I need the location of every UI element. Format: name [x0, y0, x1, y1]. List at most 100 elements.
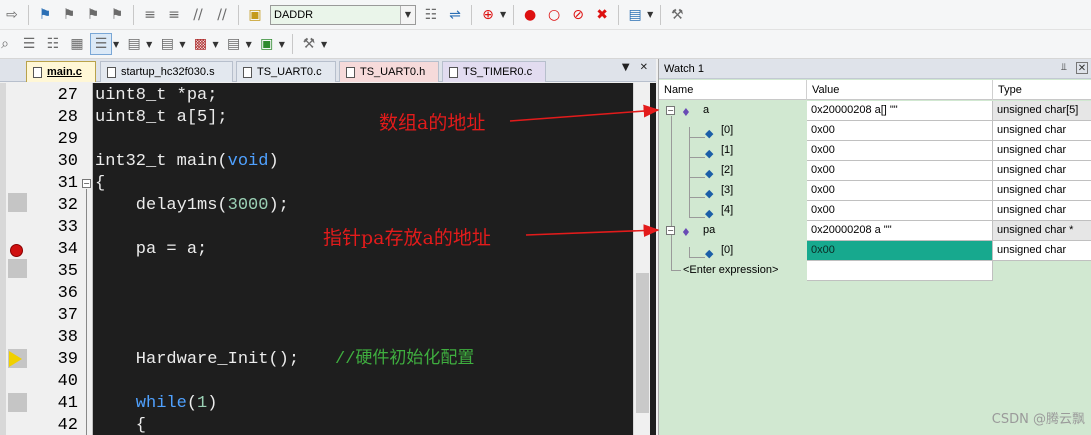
- toolbox-icon[interactable]: ⚒: [298, 33, 320, 55]
- chevron-down-icon[interactable]: ▼: [321, 40, 327, 49]
- tab-startup-hc32f030-s[interactable]: startup_hc32f030.s: [100, 61, 233, 82]
- chevron-down-icon[interactable]: ▼: [246, 40, 252, 49]
- current-line-arrow-icon: [9, 351, 22, 367]
- line-number: 38: [57, 328, 78, 347]
- tab-list-icon[interactable]: ▼: [622, 62, 630, 73]
- watch-window-icon[interactable]: ▤: [123, 33, 145, 55]
- code-text: {: [95, 416, 147, 435]
- watch-name: [1]: [721, 144, 734, 156]
- call-stack-icon[interactable]: ☰: [90, 33, 112, 55]
- column-header-type[interactable]: Type: [993, 80, 1091, 100]
- analysis-window-icon[interactable]: ▤: [223, 33, 245, 55]
- uncomment-icon[interactable]: //: [211, 4, 233, 26]
- watch-row-a[interactable]: − ♦ a 0x20000208 a[] "" unsigned char[5]: [659, 101, 1091, 121]
- serial-window-icon[interactable]: ▩: [189, 33, 211, 55]
- symbols-icon[interactable]: ☷: [42, 33, 64, 55]
- tab-label: TS_TIMER0.c: [463, 66, 533, 78]
- close-icon[interactable]: ✕: [640, 62, 648, 73]
- code-keyword: while: [95, 394, 187, 413]
- column-header-name[interactable]: Name: [659, 80, 807, 100]
- search-icon[interactable]: ⌕: [0, 33, 16, 55]
- bookmark-icon[interactable]: ⚑: [34, 4, 56, 26]
- watch-value-cell[interactable]: 0x20000208 a[] "": [807, 101, 993, 121]
- find-in-files-icon[interactable]: ☷: [420, 4, 442, 26]
- watch-type-cell: unsigned char *: [993, 221, 1091, 241]
- chevron-down-icon[interactable]: ▼: [113, 40, 119, 49]
- watch-value-cell[interactable]: 0x00: [807, 121, 993, 141]
- chevron-down-icon[interactable]: ▼: [400, 5, 415, 24]
- bookmark-clear-icon[interactable]: ⚑: [106, 4, 128, 26]
- watch-name-cell: ◆ [4]: [659, 201, 807, 221]
- watch-row-pa[interactable]: − ♦ pa 0x20000208 a "" unsigned char *: [659, 221, 1091, 241]
- watch-name-cell: ◆ [0]: [659, 241, 807, 261]
- watch-row-pa-0[interactable]: ◆ [0] 0x00 unsigned char: [659, 241, 1091, 261]
- disassembly-icon[interactable]: ☰: [18, 33, 40, 55]
- configure-icon[interactable]: ⚒: [666, 4, 688, 26]
- open-folder-icon[interactable]: ▣: [244, 4, 266, 26]
- column-header-value[interactable]: Value: [807, 80, 993, 100]
- pin-icon[interactable]: ⫫: [1058, 62, 1070, 74]
- incremental-find-icon[interactable]: ⇌: [444, 4, 466, 26]
- chevron-down-icon[interactable]: ▼: [279, 40, 285, 49]
- watch-row-a-3[interactable]: ◆ [3] 0x00 unsigned char: [659, 181, 1091, 201]
- watch-type-cell: unsigned char: [993, 181, 1091, 201]
- variable-icon: ◆: [705, 207, 714, 220]
- watch-value-cell[interactable]: 0x00: [807, 241, 993, 261]
- watch-value-cell[interactable]: 0x00: [807, 141, 993, 161]
- debug-session-icon[interactable]: ⊕: [477, 4, 499, 26]
- collapse-icon[interactable]: −: [666, 106, 675, 115]
- watch-row-a-1[interactable]: ◆ [1] 0x00 unsigned char: [659, 141, 1091, 161]
- unindent-icon[interactable]: ≡: [163, 4, 185, 26]
- watch-value-cell[interactable]: 0x00: [807, 181, 993, 201]
- kill-breakpoints-icon[interactable]: ✖: [591, 4, 613, 26]
- bookmark-next-icon[interactable]: ⚑: [82, 4, 104, 26]
- code-editor[interactable]: − 27 28 29 30 31 32 33 34 35 36 37 38 39…: [0, 83, 656, 435]
- insert-breakpoint-icon[interactable]: ●: [519, 4, 541, 26]
- watch-row-a-2[interactable]: ◆ [2] 0x00 unsigned char: [659, 161, 1091, 181]
- trace-window-icon[interactable]: ▣: [256, 33, 278, 55]
- close-icon[interactable]: ✕: [1076, 62, 1088, 74]
- target-combo[interactable]: DADDR ▼: [270, 4, 416, 25]
- watch-row-a-0[interactable]: ◆ [0] 0x00 unsigned char: [659, 121, 1091, 141]
- indent-icon[interactable]: ≡: [139, 4, 161, 26]
- file-icon: [243, 66, 252, 78]
- tab-ts-uart0-c[interactable]: TS_UART0.c: [236, 61, 336, 82]
- tab-ts-uart0-h[interactable]: TS_UART0.h: [339, 61, 439, 82]
- memory-window-icon[interactable]: ▤: [156, 33, 178, 55]
- chevron-down-icon[interactable]: ▼: [500, 10, 506, 19]
- code-number: 3000: [227, 196, 269, 215]
- chevron-down-icon[interactable]: ▼: [647, 10, 653, 19]
- watch-value-cell[interactable]: 0x00: [807, 161, 993, 181]
- scrollbar-thumb[interactable]: [636, 273, 649, 413]
- tab-ts-timer0-c[interactable]: TS_TIMER0.c: [442, 61, 546, 82]
- registers-icon[interactable]: ▦: [66, 33, 88, 55]
- toolbar-separator: [133, 4, 134, 25]
- chevron-down-icon[interactable]: ▼: [212, 40, 218, 49]
- navigate-forward-icon[interactable]: ⇨: [1, 4, 23, 26]
- breakpoint-icon[interactable]: [10, 244, 23, 257]
- enter-expression-placeholder[interactable]: <Enter expression>: [683, 261, 778, 281]
- disable-breakpoints-icon[interactable]: ⊘: [567, 4, 589, 26]
- watch-row-a-4[interactable]: ◆ [4] 0x00 unsigned char: [659, 201, 1091, 221]
- bookmark-prev-icon[interactable]: ⚑: [58, 4, 80, 26]
- watch-name-cell[interactable]: <Enter expression>: [659, 261, 807, 281]
- window-layout-icon[interactable]: ▤: [624, 4, 646, 26]
- chevron-down-icon[interactable]: ▼: [146, 40, 152, 49]
- editor-vertical-scrollbar[interactable]: [633, 83, 650, 435]
- code-line-39: Hardware_Init(); //硬件初始化配置: [95, 349, 475, 371]
- code-line-34: pa = a;: [95, 239, 207, 261]
- tab-main-c[interactable]: main.c: [26, 61, 96, 82]
- fold-collapse-icon[interactable]: −: [82, 179, 91, 188]
- editor-gutter: − 27 28 29 30 31 32 33 34 35 36 37 38 39…: [0, 83, 93, 435]
- watch-value-cell[interactable]: 0x00: [807, 201, 993, 221]
- chevron-down-icon[interactable]: ▼: [179, 40, 185, 49]
- comment-icon[interactable]: //: [187, 4, 209, 26]
- watch-name: pa: [703, 224, 716, 236]
- enable-breakpoint-icon[interactable]: ○: [543, 4, 565, 26]
- watch-value-cell[interactable]: 0x20000208 a "": [807, 221, 993, 241]
- toolbar-debug-windows: ⌕ ☰ ☷ ▦ ☰ ▼ ▤ ▼ ▤ ▼ ▩ ▼ ▤ ▼ ▣ ▼ ⚒ ▼: [0, 30, 1091, 59]
- code-area[interactable]: uint8_t *pa; uint8_t a[5]; int32_t main(…: [95, 83, 630, 435]
- toolbar-separator: [238, 4, 239, 25]
- watch-row-enter-expression[interactable]: <Enter expression>: [659, 261, 1091, 281]
- collapse-icon[interactable]: −: [666, 226, 675, 235]
